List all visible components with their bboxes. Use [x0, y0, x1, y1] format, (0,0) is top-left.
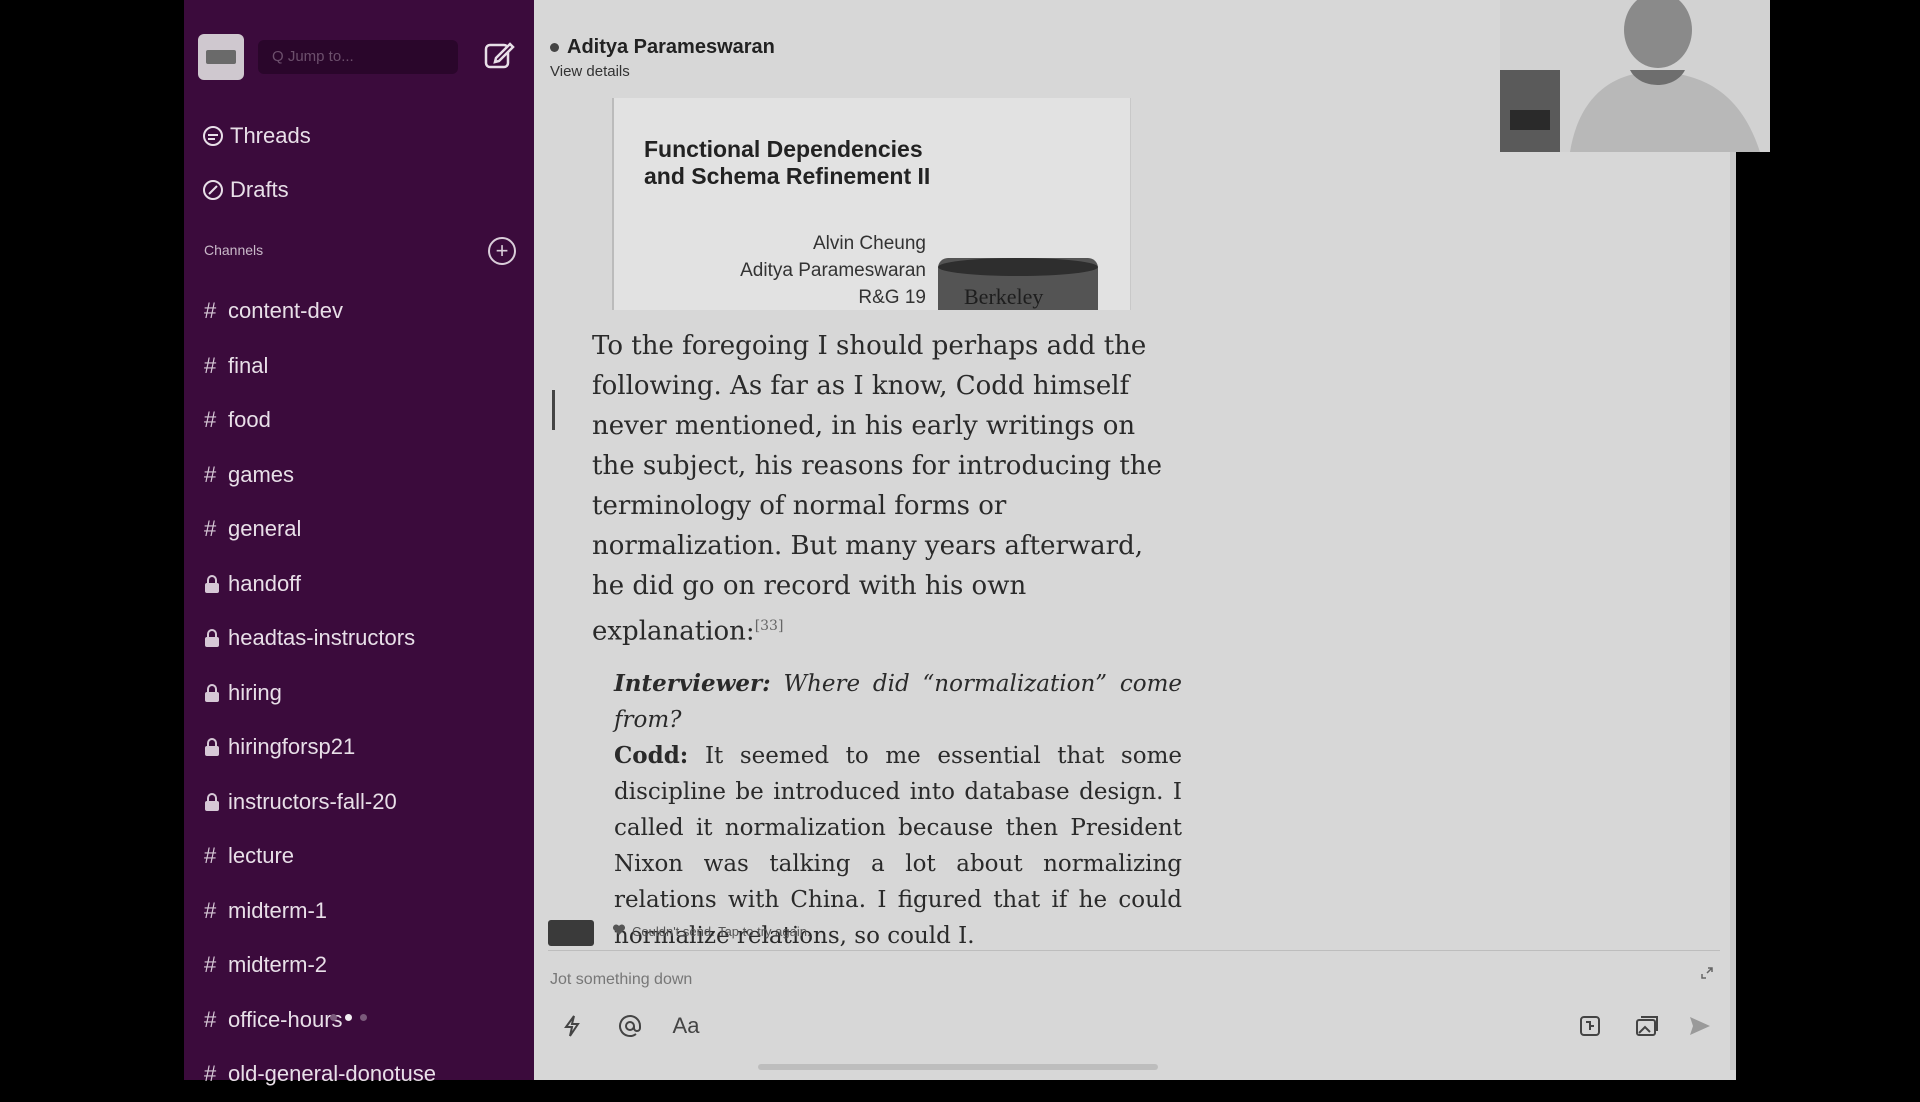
channel-label: midterm-2 [228, 952, 328, 978]
channel-label: general [228, 516, 302, 542]
channel-label: games [228, 461, 295, 487]
channel-label: hiringforsp21 [228, 734, 356, 760]
channel-label: office-hours [228, 1006, 343, 1032]
shortcuts-icon[interactable] [556, 1010, 588, 1042]
sidebar-channel-hiring[interactable]: hiring [204, 666, 436, 721]
hash-icon: # [204, 897, 217, 923]
conversation-header: Aditya Parameswaran View details [550, 36, 775, 80]
composer-divider [548, 950, 1720, 951]
excerpt-paragraph: To the foregoing I should perhaps add th… [592, 331, 1162, 647]
sidebar: Q Jump to... Threads Drafts Channels + #… [184, 0, 534, 1086]
lock-icon [204, 574, 228, 593]
channel-label: headtas-instructors [228, 625, 416, 651]
sidebar-channel-final[interactable]: # final [204, 339, 436, 394]
message-input[interactable] [548, 966, 1652, 994]
book-excerpt-image[interactable]: To the foregoing I should perhaps add th… [592, 326, 1182, 954]
hash-icon: # [204, 1061, 217, 1087]
mention-icon[interactable] [614, 1010, 646, 1042]
channel-label: hiring [228, 679, 282, 705]
image-icon[interactable] [1632, 1010, 1664, 1042]
channel-label: midterm-1 [228, 897, 328, 923]
attach-file-icon[interactable] [1574, 1010, 1606, 1042]
hash-icon: # [204, 352, 217, 378]
sidebar-channel-lecture[interactable]: # lecture [204, 829, 436, 884]
channel-label: lecture [228, 843, 295, 869]
search-input[interactable]: Q Jump to... [258, 40, 458, 74]
search-placeholder: Q Jump to... [272, 48, 354, 65]
hash-icon: # [204, 1006, 217, 1032]
hash-icon: # [204, 298, 217, 324]
channel-label: food [228, 407, 271, 433]
sidebar-channel-food[interactable]: # food [204, 393, 436, 448]
sidebar-channel-midterm-2[interactable]: # midterm-2 [204, 938, 436, 993]
send-icon[interactable] [1684, 1010, 1716, 1042]
hash-icon: # [204, 516, 217, 542]
sidebar-channel-general[interactable]: # general [204, 502, 436, 557]
channel-label: handoff [228, 570, 302, 596]
view-details-link[interactable]: View details [550, 63, 775, 80]
lock-icon [204, 738, 228, 757]
excerpt-dialog: Interviewer: Where did “normalization” c… [614, 669, 1182, 949]
drafts-icon [202, 179, 224, 201]
hash-icon: # [204, 407, 217, 433]
berkeley-logo: Berkeley [938, 258, 1098, 310]
sidebar-channel-content-dev[interactable]: # content-dev [204, 284, 436, 339]
sidebar-item-threads[interactable]: Threads [202, 118, 311, 154]
compose-icon[interactable] [480, 36, 518, 74]
channel-label: old-general-donotuse [228, 1061, 436, 1087]
sidebar-channel-office-hours[interactable]: # office-hours [204, 993, 436, 1048]
sidebar-channel-handoff[interactable]: handoff [204, 557, 436, 612]
sidebar-channel-midterm-1[interactable]: # midterm-1 [204, 884, 436, 939]
slide-image[interactable]: Functional Dependencies and Schema Refin… [612, 98, 1131, 310]
home-indicator [758, 1064, 1158, 1070]
threads-icon [202, 125, 224, 147]
attachment-thumbnail[interactable] [548, 920, 594, 946]
hash-icon: # [204, 952, 217, 978]
sidebar-channel-hiringforsp21[interactable]: hiringforsp21 [204, 720, 436, 775]
expand-icon[interactable] [1700, 966, 1714, 985]
format-text-button[interactable]: Aa [670, 1010, 702, 1042]
sidebar-channel-instructors-fall-20[interactable]: instructors-fall-20 [204, 775, 436, 830]
scroll-marker [552, 390, 555, 430]
sidebar-channel-old-general-donotuse[interactable]: # old-general-donotuse [204, 1047, 436, 1102]
channel-label: final [228, 352, 269, 378]
sidebar-item-label: Threads [230, 123, 311, 148]
lock-icon [204, 683, 228, 702]
slide-title: Functional Dependencies and Schema Refin… [644, 136, 931, 189]
channels-header[interactable]: Channels [204, 242, 263, 258]
slide-authors: Alvin Cheung Aditya Parameswaran R&G 19 [740, 233, 926, 308]
add-channel-icon[interactable]: + [488, 237, 516, 265]
presence-icon [550, 43, 559, 52]
lock-icon [204, 629, 228, 648]
send-error[interactable]: Couldn't send. Tap to try again. [612, 924, 811, 939]
sidebar-item-label: Drafts [230, 177, 289, 202]
hash-icon: # [204, 461, 217, 487]
hash-icon: # [204, 843, 217, 869]
workspace-logo[interactable] [198, 34, 244, 80]
main-area: Aditya Parameswaran View details Functio… [534, 0, 1736, 1080]
page-indicator [330, 1014, 367, 1021]
lock-icon [204, 792, 228, 811]
broken-heart-icon [612, 924, 626, 939]
dm-user[interactable]: Aditya Parameswaran [550, 36, 775, 59]
webcam-video [1500, 0, 1770, 152]
scrollbar[interactable] [1730, 150, 1736, 1070]
sidebar-channel-games[interactable]: # games [204, 448, 436, 503]
channel-label: instructors-fall-20 [228, 788, 397, 814]
user-name: Aditya Parameswaran [567, 36, 775, 58]
sidebar-channel-headtas-instructors[interactable]: headtas-instructors [204, 611, 436, 666]
channel-label: content-dev [228, 298, 343, 324]
sidebar-item-drafts[interactable]: Drafts [202, 172, 289, 208]
channel-list: # content-dev # final # food # games # general han… [204, 284, 436, 1102]
